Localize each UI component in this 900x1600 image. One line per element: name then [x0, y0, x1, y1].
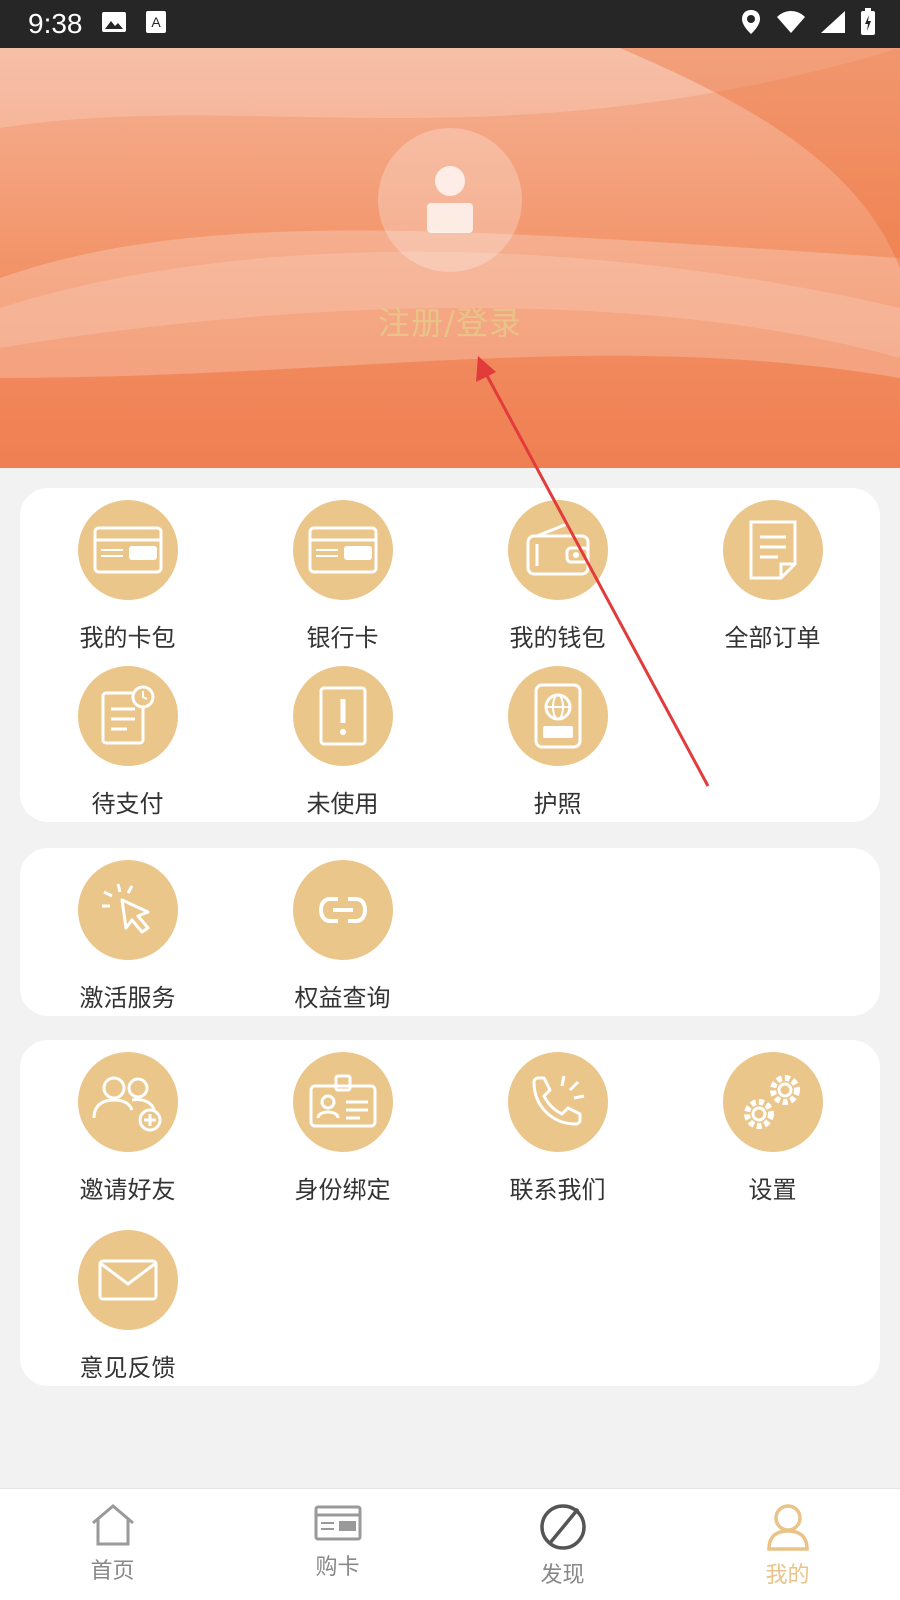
mail-icon	[77, 1230, 178, 1330]
text-icon: A	[145, 10, 167, 38]
settings-icon	[722, 1052, 823, 1152]
menu-item-invite-friends[interactable]: 邀请好友	[20, 1052, 235, 1212]
menu-label: 意见反馈	[79, 1354, 176, 1382]
wallet-icon	[507, 500, 608, 600]
menu-item-identity-binding[interactable]: 身份绑定	[235, 1052, 450, 1212]
id-card-icon	[292, 1052, 393, 1152]
services-card-section: 激活服务 权益查询	[20, 848, 880, 1016]
pending-payment-icon	[77, 666, 178, 766]
register-login-link[interactable]: 注册/登录	[0, 298, 900, 344]
menu-label: 我的卡包	[79, 624, 176, 652]
status-time: 9:38	[28, 8, 83, 39]
orders-card-section: 我的卡包 银行卡 我的钱包 全部订单 待支付 未使用 护照	[20, 488, 880, 822]
menu-label: 权益查询	[294, 984, 391, 1012]
nav-label: 我的	[765, 1563, 810, 1588]
bottom-navigation: 首页 购卡 发现 我的	[0, 1488, 900, 1600]
menu-label: 我的钱包	[509, 624, 606, 652]
menu-label: 银行卡	[306, 624, 379, 652]
nav-buy-card[interactable]: 购卡	[225, 1489, 450, 1600]
menu-item-settings[interactable]: 设置	[665, 1052, 880, 1212]
menu-item-card-package[interactable]: 我的卡包	[20, 500, 235, 660]
menu-item-bank-card[interactable]: 银行卡	[235, 500, 450, 660]
buy-card-icon	[314, 1505, 361, 1541]
link-icon	[292, 860, 393, 960]
image-icon	[101, 11, 127, 37]
menu-label: 邀请好友	[79, 1176, 176, 1204]
menu-item-all-orders[interactable]: 全部订单	[665, 500, 880, 660]
wifi-icon	[776, 10, 806, 38]
battery-icon	[860, 8, 876, 40]
home-icon	[91, 1504, 134, 1546]
profile-header: 注册/登录	[0, 48, 900, 468]
signal-icon	[820, 10, 846, 38]
menu-item-activate-service[interactable]: 激活服务	[20, 860, 235, 1020]
menu-item-contact-us[interactable]: 联系我们	[450, 1052, 665, 1212]
phone-icon	[507, 1052, 608, 1152]
nav-home[interactable]: 首页	[0, 1489, 225, 1600]
profile-page: 9:38 A 注册/登录 我的卡包 银行卡 我的钱包 全部订单 待支付 未使用 …	[0, 0, 900, 1600]
menu-item-benefit-query[interactable]: 权益查询	[235, 860, 450, 1020]
account-card-section: 邀请好友 身份绑定 联系我们 设置 意见反馈	[20, 1040, 880, 1386]
unused-icon	[292, 666, 393, 766]
status-bar: 9:38 A	[0, 0, 900, 48]
nav-discover[interactable]: 发现	[450, 1489, 675, 1600]
location-icon	[740, 9, 762, 39]
menu-label: 身份绑定	[294, 1176, 391, 1204]
nav-profile[interactable]: 我的	[675, 1489, 900, 1600]
invite-friends-icon	[77, 1052, 178, 1152]
bank-card-icon	[292, 500, 393, 600]
menu-item-passport[interactable]: 护照	[450, 666, 665, 826]
nav-label: 首页	[90, 1559, 135, 1584]
passport-icon	[507, 666, 608, 766]
user-icon	[427, 166, 473, 233]
orders-icon	[722, 500, 823, 600]
nav-label: 购卡	[315, 1555, 360, 1580]
menu-item-pending-payment[interactable]: 待支付	[20, 666, 235, 826]
discover-icon	[539, 1504, 586, 1550]
menu-label: 未使用	[306, 790, 379, 818]
menu-item-feedback[interactable]: 意见反馈	[20, 1230, 235, 1390]
avatar[interactable]	[378, 128, 522, 272]
menu-item-unused[interactable]: 未使用	[235, 666, 450, 826]
card-package-icon	[77, 500, 178, 600]
menu-label: 设置	[748, 1176, 797, 1204]
menu-item-wallet[interactable]: 我的钱包	[450, 500, 665, 660]
nav-label: 发现	[540, 1563, 585, 1588]
menu-label: 全部订单	[724, 624, 821, 652]
profile-icon	[766, 1504, 809, 1551]
menu-label: 待支付	[91, 790, 164, 818]
activate-icon	[77, 860, 178, 960]
menu-label: 联系我们	[509, 1176, 606, 1204]
svg-text:A: A	[151, 14, 161, 30]
menu-label: 激活服务	[79, 984, 176, 1012]
menu-label: 护照	[533, 790, 582, 818]
